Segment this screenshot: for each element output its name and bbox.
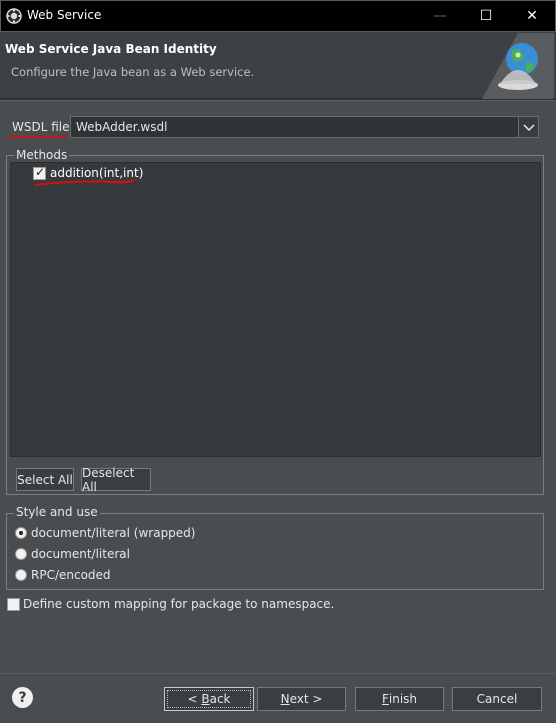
page-description: Configure the Java bean as a Web service… <box>11 65 255 79</box>
close-button[interactable]: ✕ <box>509 0 555 32</box>
back-rest: ack <box>209 692 231 706</box>
radio-rpc-encoded[interactable] <box>15 569 27 581</box>
radio-selected-dot <box>19 531 23 535</box>
minimize-icon: — <box>433 8 447 24</box>
finish-rest: inish <box>388 692 418 706</box>
close-icon: ✕ <box>526 8 538 24</box>
radio-document-literal[interactable] <box>15 548 27 560</box>
back-button[interactable]: < Back <box>164 687 254 711</box>
minimize-button[interactable]: — <box>417 0 463 32</box>
custom-mapping-label: Define custom mapping for package to nam… <box>23 597 335 611</box>
finish-mnemonic: F <box>381 692 389 706</box>
maximize-icon: ☐ <box>479 8 493 24</box>
radio-document-literal-wrapped[interactable] <box>15 527 27 539</box>
header-separator <box>0 99 556 101</box>
next-mnemonic: N <box>280 692 290 706</box>
next-button[interactable]: Next > <box>257 687 346 711</box>
option-document-literal: document/literal <box>31 547 130 561</box>
finish-button[interactable]: Finish <box>355 687 444 711</box>
methods-group-label: Methods <box>14 148 70 162</box>
option-rpc-encoded: RPC/encoded <box>31 568 111 582</box>
custom-mapping-checkbox[interactable] <box>7 598 20 611</box>
option-document-literal-wrapped: document/literal (wrapped) <box>31 526 196 540</box>
wsdl-label-red-underline <box>9 136 67 138</box>
method-red-underline <box>34 178 136 187</box>
wsdl-file-value: WebAdder.wsdl <box>76 120 168 134</box>
maximize-button[interactable]: ☐ <box>463 0 509 32</box>
window-title: Web Service <box>27 8 102 22</box>
style-and-use-label: Style and use <box>14 505 100 519</box>
cancel-button[interactable]: Cancel <box>452 687 542 711</box>
next-rest: ext > <box>289 692 323 706</box>
eclipse-gear-icon <box>6 8 22 24</box>
wsdl-file-label: WSDL file: <box>12 120 74 134</box>
back-mnemonic: B <box>201 692 210 706</box>
deselect-all-button[interactable]: Deselect All <box>81 466 151 494</box>
chevron-down-icon <box>523 124 535 132</box>
footer-separator <box>0 673 556 674</box>
help-icon[interactable]: ? <box>12 687 33 708</box>
wsdl-dropdown-button[interactable] <box>518 117 538 137</box>
select-all-button[interactable]: Select All <box>16 468 74 491</box>
globe-service-bell-icon <box>482 33 554 99</box>
page-title: Web Service Java Bean Identity <box>5 42 217 56</box>
back-prefix: < <box>187 692 202 706</box>
methods-list[interactable] <box>10 162 541 457</box>
